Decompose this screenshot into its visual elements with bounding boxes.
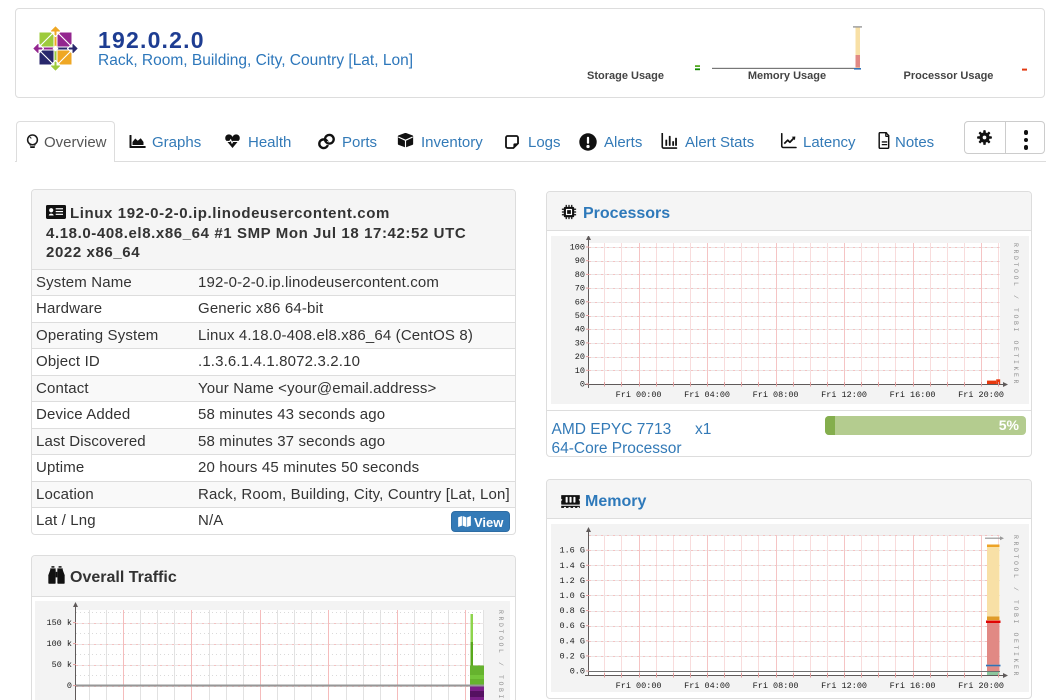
svg-text:Fri 08:00: Fri 08:00 — [753, 390, 799, 400]
svg-text:100: 100 — [570, 243, 585, 253]
svg-text:1.4 G: 1.4 G — [559, 561, 585, 571]
svg-text:0.8 G: 0.8 G — [559, 606, 585, 616]
svg-text:30: 30 — [575, 338, 585, 348]
svg-text:Fri 20:00: Fri 20:00 — [958, 681, 1004, 691]
svg-text:70: 70 — [575, 284, 585, 294]
svg-text:RRDTOOL / TOBI OETIKER: RRDTOOL / TOBI OETIKER — [1012, 243, 1019, 386]
svg-text:1.0 G: 1.0 G — [559, 591, 585, 601]
svg-text:50 k: 50 k — [52, 660, 72, 670]
svg-text:Fri 12:00: Fri 12:00 — [821, 390, 867, 400]
svg-text:90: 90 — [575, 256, 585, 266]
svg-text:Fri 08:00: Fri 08:00 — [753, 681, 799, 691]
svg-text:Fri 04:00: Fri 04:00 — [684, 390, 730, 400]
svg-text:1.2 G: 1.2 G — [559, 576, 585, 586]
svg-text:RRDTOOL / TOBI OETIKER: RRDTOOL / TOBI OETIKER — [1012, 535, 1019, 678]
svg-text:0.2 G: 0.2 G — [559, 651, 585, 661]
svg-text:Fri 04:00: Fri 04:00 — [684, 681, 730, 691]
svg-text:60: 60 — [575, 297, 585, 307]
svg-text:0: 0 — [67, 681, 72, 691]
svg-text:Fri 12:00: Fri 12:00 — [821, 681, 867, 691]
svg-text:Fri 16:00: Fri 16:00 — [890, 390, 936, 400]
svg-text:50: 50 — [575, 311, 585, 321]
svg-text:Fri 16:00: Fri 16:00 — [890, 681, 936, 691]
svg-text:Fri 20:00: Fri 20:00 — [958, 390, 1004, 400]
svg-text:150 k: 150 k — [46, 618, 72, 628]
svg-text:10: 10 — [575, 366, 585, 376]
svg-text:1.6 G: 1.6 G — [559, 546, 585, 556]
svg-text:0.6 G: 0.6 G — [559, 621, 585, 631]
svg-text:0.0: 0.0 — [570, 667, 585, 677]
svg-text:Fri 00:00: Fri 00:00 — [616, 390, 662, 400]
svg-text:20: 20 — [575, 352, 585, 362]
svg-text:0: 0 — [580, 380, 585, 390]
svg-text:40: 40 — [575, 325, 585, 335]
svg-text:0.4 G: 0.4 G — [559, 636, 585, 646]
svg-text:80: 80 — [575, 270, 585, 280]
svg-text:Fri 00:00: Fri 00:00 — [616, 681, 662, 691]
svg-text:100 k: 100 k — [46, 639, 72, 649]
svg-text:RRDTOOL / TOBI OETIKER: RRDTOOL / TOBI OETIKER — [497, 610, 504, 700]
